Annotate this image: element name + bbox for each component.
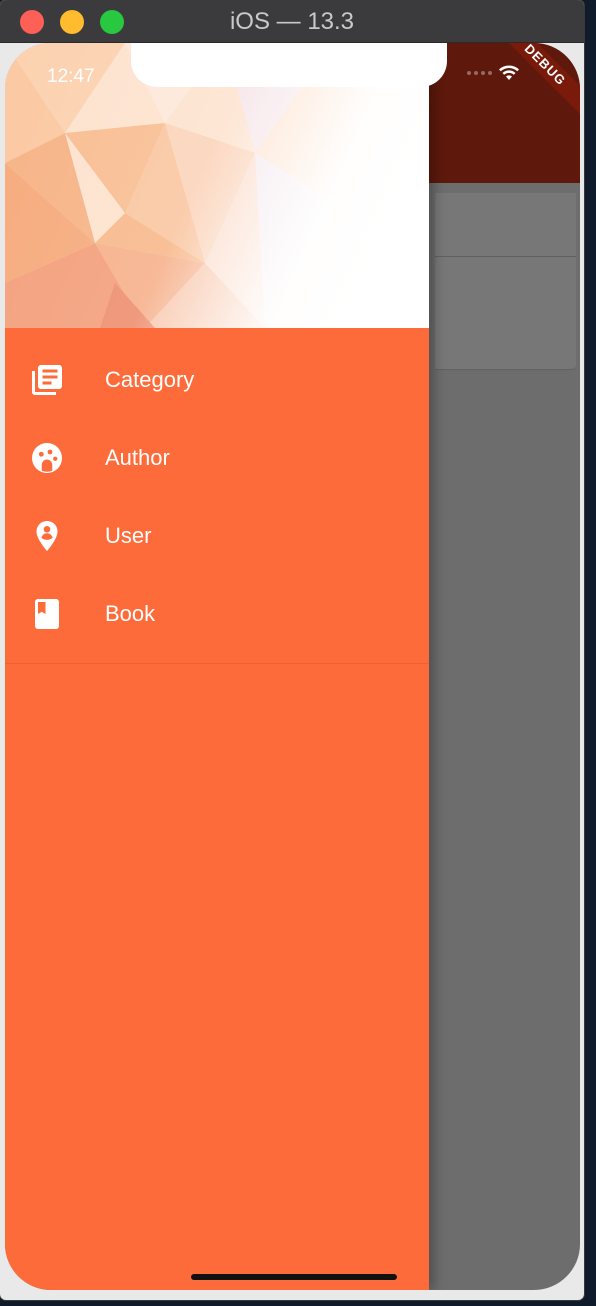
wifi-icon — [499, 65, 519, 80]
signal-icon — [467, 71, 492, 75]
status-time: 12:47 — [47, 66, 95, 87]
drawer-item-category[interactable]: Category — [5, 341, 429, 419]
device-notch — [131, 43, 447, 87]
book-icon — [27, 594, 67, 634]
user-pin-icon — [27, 516, 67, 556]
background-list-item — [435, 257, 576, 370]
background-list-item — [435, 193, 576, 257]
window-titlebar: iOS — 13.3 — [0, 0, 584, 43]
drawer-item-label: Book — [105, 601, 156, 626]
drawer-item-author[interactable]: Author — [5, 419, 429, 497]
drawer-item-label: Author — [105, 445, 170, 470]
drawer-item-user[interactable]: User — [5, 497, 429, 575]
author-face-icon — [27, 438, 67, 478]
device-screen: DEBUG Category Author User Book 12:47 — [5, 43, 580, 1290]
drawer-item-label: Category — [105, 367, 195, 392]
drawer-item-book[interactable]: Book — [5, 575, 429, 653]
drawer-menu: Category Author User Book — [5, 341, 429, 653]
drawer-item-label: User — [105, 523, 152, 548]
simulator-window: iOS — 13.3 DEBUG Category Author User Bo… — [0, 0, 584, 1300]
navigation-drawer: Category Author User Book — [5, 43, 429, 1290]
home-indicator[interactable] — [191, 1274, 397, 1280]
window-title: iOS — 13.3 — [229, 8, 355, 35]
drawer-divider — [5, 663, 429, 664]
status-indicators — [467, 65, 520, 81]
library-books-icon — [27, 360, 67, 400]
